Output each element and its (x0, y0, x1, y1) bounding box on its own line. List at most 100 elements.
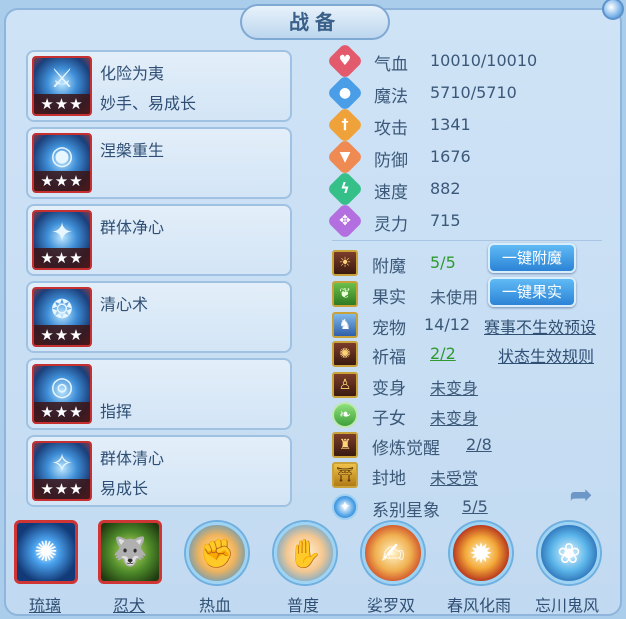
cultivation-icon[interactable]: ♜ (332, 432, 358, 458)
spring-breeze-icon[interactable]: ✹ (450, 522, 512, 584)
fruit-icon[interactable]: ❦ (332, 281, 358, 307)
star-sign-icon[interactable]: ✦ (332, 494, 358, 520)
mana-icon: ● (326, 74, 364, 112)
stat-value: 1676 (430, 147, 471, 166)
shield-icon: ▼ (326, 138, 364, 176)
bottom-item-wangchuan[interactable]: ❀ 忘川鬼风 (530, 518, 604, 616)
skill-card[interactable]: ◉ ★★★ 涅槃重生 (26, 127, 292, 199)
pet-icon[interactable]: ♞ (332, 312, 358, 338)
skill-glyph-icon: ✧ (51, 449, 73, 479)
skill-stars: ★★★ (34, 94, 90, 114)
pudu-icon[interactable]: ✋ (274, 522, 336, 584)
skill-glyph-icon: ✦ (51, 218, 73, 248)
skill-card[interactable]: ✧ ★★★ 群体清心 易成长 (26, 435, 292, 507)
row-cultivation: ♜ 修炼觉醒 2/8 (332, 432, 612, 459)
skill-icon[interactable]: ✧ ★★★ (32, 441, 92, 501)
spirit-icon: ✥ (326, 202, 364, 240)
skill-name: 化险为夷 (100, 64, 165, 83)
row-label: 果实 (372, 288, 406, 308)
hot-blood-icon[interactable]: ✊ (186, 522, 248, 584)
row-child: ❧ 子女 未变身 (332, 402, 612, 429)
skill-name: 涅槃重生 (100, 141, 165, 160)
skill-glyph-icon: ◎ (50, 372, 74, 402)
bottom-label: 忍犬 (112, 596, 145, 615)
stat-attack: † 攻击 1341 (326, 106, 592, 144)
skill-sub: 妙手、易成长 (100, 94, 197, 113)
stat-label: 气血 (374, 55, 408, 75)
bottom-item-rexue[interactable]: ✊ 热血 (178, 518, 252, 616)
blessing-icon[interactable]: ✺ (332, 341, 358, 367)
skill-name: 群体清心 (100, 449, 165, 468)
skill-icon[interactable]: ✦ ★★★ (32, 210, 92, 270)
bottom-item-renquan[interactable]: 🐺 忍犬 (92, 518, 166, 616)
panel-title-text: 战备 (289, 10, 341, 34)
skill-icon[interactable]: ⚔ ★★★ (32, 56, 92, 116)
skill-card[interactable]: ✦ ★★★ 群体净心 (26, 204, 292, 276)
bottom-label: 普度 (286, 596, 319, 615)
skill-name: 清心术 (100, 295, 149, 314)
bottom-label: 琉璃 (28, 596, 61, 615)
ninja-dog-icon[interactable]: 🐺 (98, 520, 162, 584)
row-label: 变身 (372, 379, 406, 399)
bottom-label: 忘川鬼风 (534, 596, 599, 615)
stat-value: 1341 (430, 115, 471, 134)
row-label: 封地 (372, 469, 406, 489)
star-sign-value[interactable]: 5/5 (462, 497, 488, 516)
transform-value[interactable]: 未变身 (430, 375, 478, 399)
bottom-label: 娑罗双 (366, 596, 415, 615)
skill-icon[interactable]: ◎ ★★★ (32, 364, 92, 424)
enchant-icon[interactable]: ☀ (332, 250, 358, 276)
row-label: 祈福 (372, 348, 406, 368)
heart-icon: ♥ (326, 42, 364, 80)
panel-title: 战备 (240, 4, 390, 40)
cultivation-value[interactable]: 2/8 (466, 435, 492, 454)
skill-stars: ★★★ (34, 402, 90, 422)
bottom-label: 热血 (198, 596, 231, 615)
fief-icon[interactable]: ⛩ (332, 462, 358, 488)
stat-value: 882 (430, 179, 461, 198)
row-label: 附魔 (372, 257, 406, 277)
bottom-item-liuli[interactable]: ✺ 琉璃 (8, 518, 82, 616)
tournament-preset-link[interactable]: 赛事不生效预设 (484, 314, 596, 338)
share-icon[interactable]: ➦ (563, 480, 599, 510)
child-value[interactable]: 未变身 (430, 405, 478, 429)
skill-icon[interactable]: ◉ ★★★ (32, 133, 92, 193)
child-icon[interactable]: ❧ (332, 402, 358, 428)
row-label: 子女 (372, 409, 406, 429)
stat-value: 10010/10010 (430, 51, 538, 70)
skill-stars: ★★★ (34, 171, 90, 191)
stat-label: 魔法 (374, 87, 408, 107)
stat-speed: ϟ 速度 882 (326, 170, 592, 208)
enchant-value: 5/5 (430, 253, 456, 272)
sal-tree-icon[interactable]: ✍ (362, 522, 424, 584)
stat-value: 5710/5710 (430, 83, 517, 102)
bottom-item-suoluoshuang[interactable]: ✍ 娑罗双 (354, 518, 428, 616)
pet-value: 14/12 (424, 315, 471, 334)
stat-defense: ▼ 防御 1676 (326, 138, 592, 176)
skill-name: 群体净心 (100, 218, 165, 237)
fief-value[interactable]: 未受赏 (430, 465, 478, 489)
bottom-item-chunfeng[interactable]: ✹ 春风化雨 (442, 518, 516, 616)
skill-stars: ★★★ (34, 479, 90, 499)
stat-spirit: ✥ 灵力 715 (326, 202, 592, 240)
divider (332, 240, 602, 241)
skill-card[interactable]: ⚔ ★★★ 化险为夷 妙手、易成长 (26, 50, 292, 122)
skill-sub: 易成长 (100, 479, 149, 498)
bottom-item-pudu[interactable]: ✋ 普度 (266, 518, 340, 616)
one-click-enchant-button[interactable]: 一键附魔 (488, 243, 576, 273)
stat-label: 速度 (374, 183, 408, 203)
skill-card[interactable]: ◎ ★★★ 指挥 (26, 358, 292, 430)
one-click-fruit-button[interactable]: 一键果实 (488, 277, 576, 307)
skill-card[interactable]: ❂ ★★★ 清心术 (26, 281, 292, 353)
skill-sub: 指挥 (100, 402, 133, 421)
blessing-value[interactable]: 2/2 (430, 344, 456, 363)
liuli-icon[interactable]: ✺ (14, 520, 78, 584)
stat-label: 灵力 (374, 215, 408, 235)
row-label: 修炼觉醒 (372, 439, 440, 459)
stat-label: 攻击 (374, 119, 408, 139)
transform-icon[interactable]: ♙ (332, 372, 358, 398)
skill-icon[interactable]: ❂ ★★★ (32, 287, 92, 347)
skill-glyph-icon: ❂ (51, 295, 73, 325)
status-rules-link[interactable]: 状态生效规则 (498, 343, 594, 367)
wangchuan-wind-icon[interactable]: ❀ (538, 522, 600, 584)
